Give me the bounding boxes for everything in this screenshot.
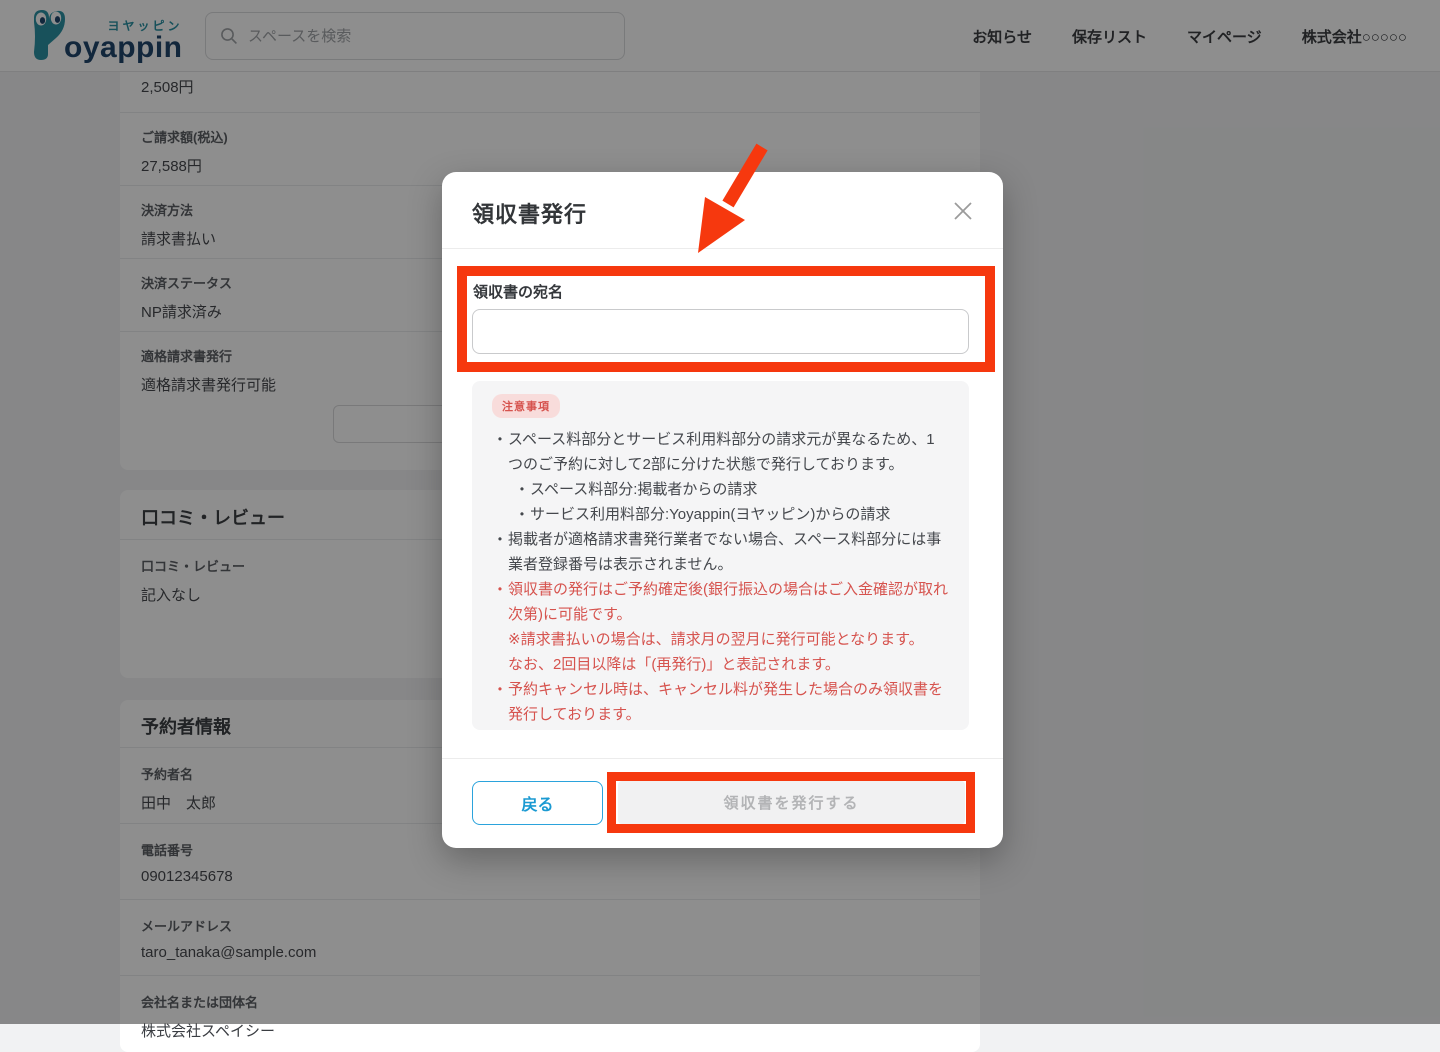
notice-item: •予約キャンセル時は、キャンセル料が発生した場合のみ領収書を発行しております。 [492,677,949,727]
addressee-input[interactable] [472,309,969,354]
page: ヨヤッピン oyappin お知らせ保存リストマイページ株式会社○○○○○ 2,… [0,0,1440,1024]
bullet-dot-icon: • [514,502,530,527]
notice-item: •領収書の発行はご予約確定後(銀行振込の場合はご入金確認が取れ次第)に可能です。… [492,577,949,677]
bullet-dot-icon: • [492,577,508,677]
notice-list: •スペース料部分とサービス利用料部分の請求元が異なるため、1つのご予約に対して2… [492,427,949,727]
notice-item: •スペース料部分とサービス利用料部分の請求元が異なるため、1つのご予約に対して2… [492,427,949,477]
back-button[interactable]: 戻る [472,781,603,825]
bullet-dot-icon: • [514,477,530,502]
divider [442,248,1003,249]
close-button[interactable] [951,199,975,223]
notice-badge: 注意事項 [492,394,560,418]
close-icon [951,199,975,223]
modal-title: 領収書発行 [472,197,587,229]
addressee-field-label: 領収書の宛名 [473,281,563,302]
bullet-dot-icon: • [492,677,508,727]
receipt-issue-modal: 領収書発行 領収書の宛名 注意事項 •スペース料部分とサービス利用料部分の請求元… [442,172,1003,848]
notice-box: 注意事項 •スペース料部分とサービス利用料部分の請求元が異なるため、1つのご予約… [472,381,969,730]
notice-item: •スペース料部分:掲載者からの請求 [492,477,949,502]
issue-receipt-submit-button[interactable]: 領収書を発行する [618,781,965,824]
bullet-dot-icon: • [492,527,508,577]
notice-item: •サービス利用料部分:Yoyappin(ヨヤッピン)からの請求 [492,502,949,527]
divider [442,758,1003,759]
notice-item: •掲載者が適格請求書発行業者でない場合、スペース料部分には事業者登録番号は表示さ… [492,527,949,577]
bullet-dot-icon: • [492,427,508,477]
